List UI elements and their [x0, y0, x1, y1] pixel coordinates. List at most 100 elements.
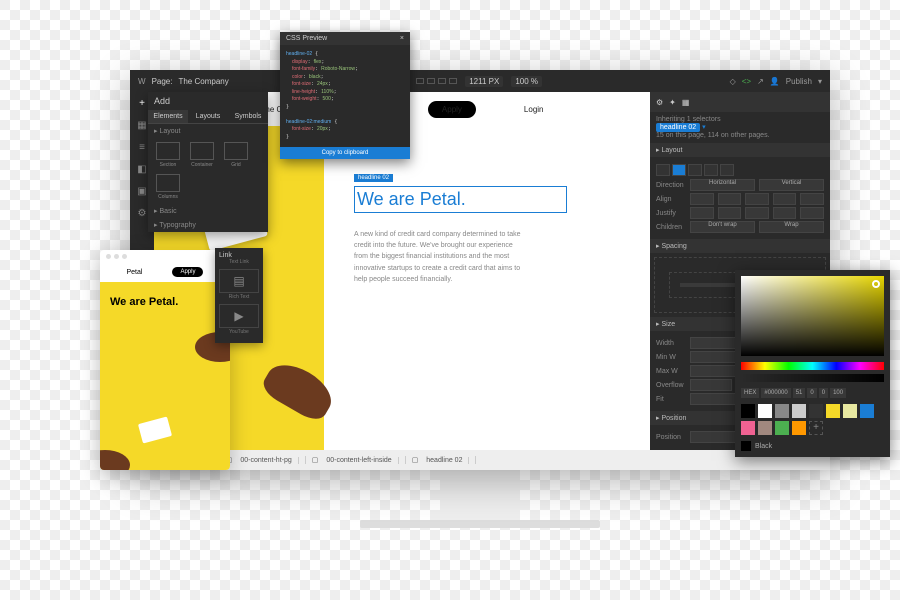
- mobile-brand: Petal: [127, 269, 143, 276]
- rich-text-icon[interactable]: ▤: [219, 269, 259, 293]
- hero-paragraph[interactable]: A new kind of credit card company determ…: [354, 229, 524, 285]
- close-icon[interactable]: ×: [400, 35, 404, 42]
- swatch[interactable]: [741, 421, 755, 435]
- tab-symbols[interactable]: Symbols: [228, 110, 268, 123]
- pages-icon[interactable]: ▦: [136, 120, 148, 132]
- swatch[interactable]: [775, 421, 789, 435]
- crumb-3[interactable]: ▢ 00-content-left-inside: [306, 456, 406, 464]
- headline-element[interactable]: We are Petal.: [354, 186, 567, 213]
- display-inline-icon[interactable]: [704, 164, 718, 176]
- app-logo[interactable]: W: [138, 77, 146, 86]
- css-preview-title: CSS Preview: [286, 35, 327, 42]
- add-container[interactable]: Container: [188, 142, 216, 168]
- person-icon[interactable]: 👤: [770, 77, 780, 86]
- tab-layouts[interactable]: Layouts: [188, 110, 228, 123]
- global-swatch-icon: [741, 441, 751, 451]
- add-panel-title: Add: [148, 92, 268, 110]
- direction-horizontal[interactable]: Horizontal: [690, 179, 755, 191]
- publish-button[interactable]: Publish: [786, 77, 812, 86]
- add-tool-icon[interactable]: +: [136, 98, 148, 110]
- style-tab-icon[interactable]: ⚙: [656, 98, 663, 107]
- swatch[interactable]: [809, 404, 823, 418]
- link-panel: Link Text Link ▤ Rich Text ▶ YouTube: [215, 248, 263, 343]
- display-block-icon[interactable]: [656, 164, 670, 176]
- swatch[interactable]: [758, 404, 772, 418]
- color-picker: HEX #000000 51 0 0 100 + Black: [735, 270, 890, 457]
- display-flex-icon[interactable]: [672, 164, 686, 176]
- add-grid[interactable]: Grid: [222, 142, 250, 168]
- css-preview-panel: CSS Preview × headline-02 { display: flex…: [280, 32, 410, 159]
- top-toolbar: W Page: The Company 1211 PX 100 % ◇ <> ↗…: [130, 70, 830, 92]
- val-1[interactable]: 51: [793, 388, 806, 398]
- code-icon[interactable]: <>: [742, 77, 751, 86]
- children-nowrap[interactable]: Don't wrap: [690, 221, 755, 233]
- justify-5[interactable]: [800, 207, 824, 219]
- nav-apply-button[interactable]: Apply: [428, 101, 476, 118]
- inherit-label: Inheriting 1 selectors: [656, 116, 721, 123]
- val-4[interactable]: 100: [830, 388, 846, 398]
- assets-icon[interactable]: ▣: [136, 186, 148, 198]
- global-swatch-name[interactable]: Black: [755, 443, 772, 450]
- swatch[interactable]: [826, 404, 840, 418]
- children-wrap[interactable]: Wrap: [759, 221, 824, 233]
- add-swatch[interactable]: +: [809, 421, 823, 435]
- nav-login[interactable]: Login: [524, 105, 544, 114]
- justify-3[interactable]: [745, 207, 769, 219]
- settings-icon[interactable]: ⚙: [136, 208, 148, 220]
- mobile-preview: Petal Apply We are Petal.: [100, 250, 230, 470]
- val-3[interactable]: 0: [819, 388, 828, 398]
- layout-section-header[interactable]: ▸ Layout: [650, 143, 830, 157]
- crumb-4[interactable]: ▢ headline 02: [406, 456, 477, 464]
- crumb-2[interactable]: ▢ 00-content-ht-pg: [220, 456, 306, 464]
- canvas-width[interactable]: 1211 PX: [465, 76, 503, 87]
- mobile-apply-button[interactable]: Apply: [172, 267, 203, 277]
- navigator-icon[interactable]: ≡: [136, 142, 148, 154]
- preview-icon[interactable]: ◇: [730, 77, 736, 86]
- element-tab-icon[interactable]: ▦: [682, 98, 690, 107]
- page-label: Page:: [152, 77, 173, 86]
- hue-slider[interactable]: [741, 362, 884, 370]
- display-grid-icon[interactable]: [688, 164, 702, 176]
- justify-1[interactable]: [690, 207, 714, 219]
- swatch[interactable]: [758, 421, 772, 435]
- swatch[interactable]: [792, 421, 806, 435]
- align-4[interactable]: [773, 193, 797, 205]
- add-section[interactable]: Section: [154, 142, 182, 168]
- saturation-field[interactable]: [741, 276, 884, 356]
- copy-css-button[interactable]: Copy to clipboard: [280, 147, 410, 159]
- direction-vertical[interactable]: Vertical: [759, 179, 824, 191]
- align-2[interactable]: [718, 193, 742, 205]
- tab-elements[interactable]: Elements: [148, 110, 188, 123]
- swatch[interactable]: [792, 404, 806, 418]
- val-2[interactable]: 0: [807, 388, 816, 398]
- export-icon[interactable]: ↗: [757, 77, 764, 86]
- align-5[interactable]: [800, 193, 824, 205]
- overflow-1[interactable]: [690, 379, 732, 391]
- hex-value[interactable]: #000000: [761, 388, 790, 398]
- alpha-slider[interactable]: [741, 374, 884, 382]
- justify-4[interactable]: [773, 207, 797, 219]
- display-none-icon[interactable]: [720, 164, 734, 176]
- align-1[interactable]: [690, 193, 714, 205]
- cms-icon[interactable]: ◧: [136, 164, 148, 176]
- color-mode[interactable]: HEX: [741, 388, 759, 398]
- align-3[interactable]: [745, 193, 769, 205]
- swatch[interactable]: [741, 404, 755, 418]
- page-name[interactable]: The Company: [178, 77, 228, 86]
- viewport-switcher[interactable]: [416, 78, 457, 84]
- swatch[interactable]: [775, 404, 789, 418]
- swatch[interactable]: [843, 404, 857, 418]
- chevron-down-icon[interactable]: ▾: [818, 77, 822, 86]
- instance-count: 15 on this page, 114 on other pages.: [656, 132, 770, 139]
- justify-2[interactable]: [718, 207, 742, 219]
- class-tag[interactable]: headline 02: [656, 123, 700, 132]
- zoom-level[interactable]: 100 %: [511, 76, 542, 87]
- interactions-tab-icon[interactable]: ✦: [669, 98, 676, 107]
- selection-tag: headline 02: [354, 174, 393, 182]
- swatch[interactable]: [860, 404, 874, 418]
- spacing-section-header[interactable]: ▸ Spacing: [650, 239, 830, 253]
- add-columns[interactable]: Columns: [154, 174, 182, 200]
- link-panel-title: Link: [219, 252, 259, 259]
- youtube-icon[interactable]: ▶: [219, 304, 259, 328]
- css-code: headline-02 { display: flex; font-family…: [280, 45, 410, 147]
